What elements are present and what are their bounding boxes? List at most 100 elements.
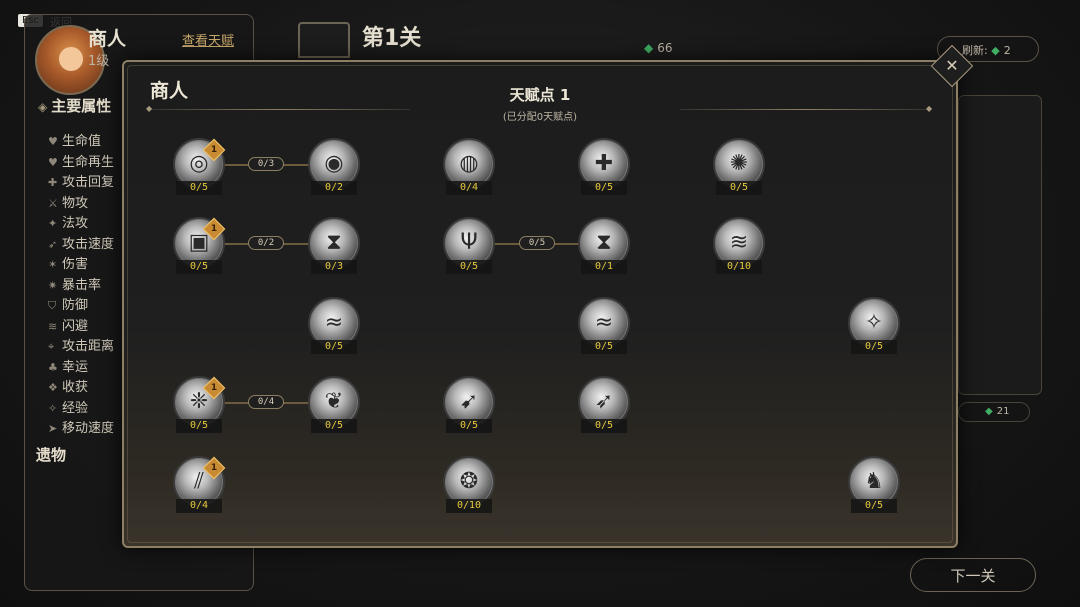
attribute-label: 收获	[62, 380, 89, 395]
shop-item-card[interactable]	[958, 95, 1042, 395]
damage-icon: ✶	[48, 258, 58, 271]
talent-node[interactable]: Ψ 0/5	[443, 217, 495, 274]
crit-icon: ✷	[48, 278, 58, 292]
talent-node[interactable]: ≋ 0/10	[713, 217, 765, 274]
attribute-label: 生命再生	[62, 154, 115, 170]
talent-node[interactable]: ❂ 0/10	[443, 456, 495, 513]
luck-icon: ♣	[48, 360, 58, 374]
talent-level: 0/5	[176, 419, 222, 433]
attribute-label: 攻击距离	[62, 339, 115, 354]
talent-node[interactable]: ✺ 0/5	[713, 138, 765, 195]
attack-heal-icon: ✚	[48, 176, 58, 189]
talent-level: 0/5	[311, 340, 357, 354]
talent-assigned: (已分配0天赋点)	[502, 112, 578, 123]
talent-level: 0/5	[716, 181, 762, 195]
attribute-item: ✧ 经验	[48, 397, 114, 418]
talent-level: 0/1	[581, 260, 627, 274]
talent-level: 0/5	[581, 419, 627, 433]
attack-speed-icon: ➶	[48, 237, 58, 251]
talent-level: 0/5	[311, 419, 357, 433]
heart-regen-icon: ♥	[48, 155, 58, 169]
gem-counter: ◆ 66	[644, 41, 673, 55]
attribute-label: 移动速度	[62, 421, 115, 436]
talent-level: 0/4	[176, 499, 222, 513]
harvest-icon: ❖	[48, 381, 58, 394]
talent-level: 0/5	[851, 340, 897, 354]
talent-level: 0/3	[311, 260, 357, 274]
link-requirement: 0/2	[248, 236, 284, 250]
dodge-icon: ≋	[48, 319, 58, 333]
next-stage-button[interactable]: 下一关	[910, 558, 1036, 592]
relics-title: 遗物	[36, 446, 67, 464]
talent-node[interactable]: ⧗ 0/1	[578, 217, 630, 274]
talent-node[interactable]: ◍ 0/4	[443, 138, 495, 195]
talent-node[interactable]: ♞ 0/5	[848, 456, 900, 513]
talent-node[interactable]: ◉ 0/2	[308, 138, 360, 195]
buy-price-chip[interactable]: ◆ 21	[958, 402, 1030, 422]
attribute-label: 伤害	[62, 257, 89, 272]
talent-node[interactable]: ≈0/5	[308, 297, 360, 354]
attribute-item: ♣ 幸运	[48, 356, 114, 377]
link-requirement: 0/3	[248, 157, 284, 171]
attribute-item: ♥ 生命值	[48, 130, 114, 151]
talent-points: 天赋点 1	[509, 86, 571, 104]
attribute-label: 攻击回复	[62, 175, 115, 190]
talent-level: 0/5	[446, 419, 492, 433]
move-speed-icon: ➤	[48, 422, 58, 435]
talent-node[interactable]: ✚ 0/5	[578, 138, 630, 195]
divider-left	[150, 109, 410, 110]
talent-level: 0/5	[176, 181, 222, 195]
attribute-label: 物攻	[62, 195, 89, 211]
attribute-label: 闪避	[62, 318, 89, 334]
stage-title: 第1关	[362, 26, 422, 51]
attribute-label: 法攻	[62, 216, 89, 231]
talent-node[interactable]: ✧ 0/5	[848, 297, 900, 354]
attribute-item: ≋ 闪避	[48, 315, 114, 336]
magic-wand-icon: ✦	[48, 217, 58, 230]
talent-level: 0/5	[176, 260, 222, 274]
rank-number: 1	[210, 145, 218, 155]
attribute-label: 暴击率	[62, 277, 102, 293]
talent-level: 0/4	[446, 181, 492, 195]
attribute-label: 生命值	[62, 134, 102, 149]
talent-node[interactable]: ➹ 0/5	[443, 376, 495, 433]
gem-icon: ◆	[644, 41, 654, 55]
attribute-label: 经验	[62, 400, 89, 416]
diamond-ornament: ◆	[926, 104, 933, 113]
rank-number: 1	[210, 383, 218, 393]
talent-level: 0/5	[446, 260, 492, 274]
attribute-item: ➤ 移动速度	[48, 417, 114, 438]
attribute-label: 防御	[62, 298, 89, 313]
refresh-cost: 2	[1003, 44, 1011, 57]
talent-node[interactable]: ❦ 0/5	[308, 376, 360, 433]
close-icon: ✕	[945, 56, 959, 75]
talent-node[interactable]: ➶ 0/5	[578, 376, 630, 433]
talent-node[interactable]: ⧗ 0/3	[308, 217, 360, 274]
hero-name: 商人	[88, 28, 127, 50]
dialog-inner-border	[127, 65, 953, 543]
attribute-item: ⛉ 防御	[48, 294, 114, 315]
dialog-title: 商人	[150, 80, 189, 102]
talent-level: 0/5	[581, 181, 627, 195]
attribute-item: ✚ 攻击回复	[48, 171, 114, 192]
attribute-item: ✷ 暴击率	[48, 274, 114, 295]
attribute-item: ♥ 生命再生	[48, 151, 114, 172]
diamond-ornament: ◆	[146, 104, 153, 113]
shield-icon: ⛉	[48, 299, 57, 312]
attribute-label: 幸运	[62, 359, 89, 375]
view-talent-link[interactable]: 查看天赋	[182, 30, 234, 49]
gem-icon: ◆	[991, 44, 1000, 57]
link-requirement: 0/5	[519, 236, 555, 250]
talent-node[interactable]: ≈0/5	[578, 297, 630, 354]
main-attributes-title: 主要属性	[38, 95, 111, 116]
talent-level: 0/5	[851, 499, 897, 513]
gem-icon: ◆	[985, 406, 993, 417]
attribute-item: ✦ 法攻	[48, 212, 114, 233]
exp-icon: ✧	[48, 401, 58, 415]
attribute-item: ⌖ 攻击距离	[48, 335, 114, 356]
sword-icon: ⚔	[48, 196, 58, 210]
talent-level: 0/2	[311, 181, 357, 195]
buy-price: 21	[996, 406, 1010, 417]
talent-level: 0/10	[446, 499, 492, 513]
talent-level: 0/10	[716, 260, 762, 274]
